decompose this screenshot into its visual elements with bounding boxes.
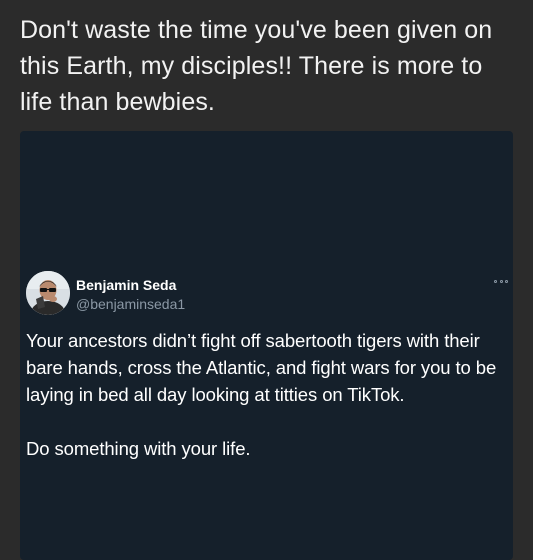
more-options-icon[interactable]	[494, 277, 508, 285]
more-dot-icon	[505, 279, 508, 283]
tweet-paragraph: Your ancestors didn’t fight off sabertoo…	[26, 330, 497, 405]
tweet-screenshot: Benjamin Seda @benjaminseda1 Your ancest…	[20, 131, 513, 560]
post-caption: Don't waste the time you've been given o…	[20, 16, 493, 116]
tweet-paragraph: Do something with your life.	[26, 438, 251, 459]
tweet-text: Your ancestors didn’t fight off sabertoo…	[26, 327, 512, 489]
author-display-name[interactable]: Benjamin Seda	[76, 276, 176, 294]
avatar-photo-icon	[26, 271, 70, 315]
avatar[interactable]	[26, 271, 70, 315]
author-handle[interactable]: @benjaminseda1	[76, 295, 185, 313]
more-dot-icon	[499, 279, 503, 283]
more-dot-icon	[494, 279, 497, 283]
tweet-author-row: Benjamin Seda @benjaminseda1	[26, 271, 508, 321]
